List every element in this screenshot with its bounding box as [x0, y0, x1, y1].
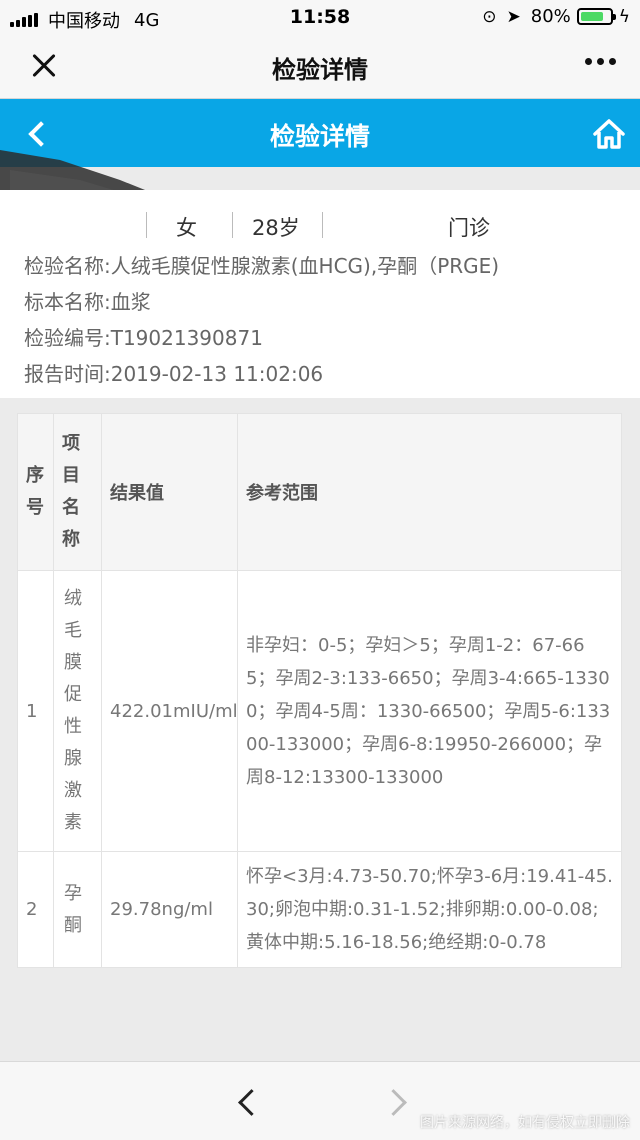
- rotation-lock-icon: ⊙: [482, 6, 497, 27]
- chevron-left-icon[interactable]: [232, 1086, 258, 1118]
- header-item-name: 项目名称: [53, 413, 102, 571]
- patient-summary-row: 女 28岁 门诊: [0, 210, 640, 240]
- status-bar: 中国移动 4G 11:58 ⊙ ➤ 80% ϟ: [0, 0, 640, 34]
- divider: [322, 212, 323, 238]
- status-right: ⊙ ➤ 80% ϟ: [482, 6, 630, 27]
- row-reference-range: 怀孕<3月:4.73-50.70;怀孕3-6月:19.41-45.30;卵泡中期…: [237, 851, 622, 968]
- patient-info-card: 女 28岁 门诊 检验名称:人绒毛膜促性腺激素(血HCG),孕酮（PRGE) 标…: [0, 190, 640, 398]
- patient-gender: 女: [176, 216, 197, 240]
- charging-icon: ϟ: [618, 6, 630, 27]
- results-table: 序号 项目名称 结果值 参考范围 1 绒毛膜促性腺激素 422.01mIU/ml…: [17, 413, 622, 968]
- table-row: 1 绒毛膜促性腺激素 422.01mIU/ml 非孕妇：0-5；孕妇＞5；孕周1…: [17, 570, 622, 852]
- results-table-wrapper: 序号 项目名称 结果值 参考范围 1 绒毛膜促性腺激素 422.01mIU/ml…: [17, 413, 622, 968]
- bottom-nav-bar: 图片来源网络，如有侵权立即删除: [0, 1061, 640, 1140]
- row-seq: 1: [17, 570, 54, 852]
- report-time: 报告时间:2019-02-13 11:02:06: [24, 362, 324, 386]
- table-header-row: 序号 项目名称 结果值 参考范围: [17, 413, 622, 571]
- patient-department: 门诊: [448, 216, 490, 240]
- battery-icon: [576, 8, 616, 25]
- watermark-text: 图片来源网络，如有侵权立即删除: [420, 1115, 630, 1131]
- battery-percent: 80%: [530, 6, 571, 27]
- header-seq: 序号: [17, 413, 54, 571]
- chevron-right-icon[interactable]: [384, 1086, 410, 1118]
- header-reference-range: 参考范围: [237, 413, 622, 571]
- divider: [146, 212, 147, 238]
- test-number: 检验编号:T19021390871: [24, 326, 263, 350]
- test-name: 检验名称:人绒毛膜促性腺激素(血HCG),孕酮（PRGE): [24, 254, 500, 278]
- more-icon[interactable]: [580, 58, 616, 65]
- webview-bar: 检验详情: [0, 34, 640, 99]
- row-result: 29.78ng/ml: [101, 851, 238, 968]
- page-title: 检验详情: [269, 122, 370, 151]
- webview-title: 检验详情: [272, 56, 368, 84]
- row-reference-range: 非孕妇：0-5；孕妇＞5；孕周1-2：67-665；孕周2-3:133-6650…: [237, 570, 622, 852]
- row-result: 422.01mIU/ml: [101, 570, 238, 852]
- table-row: 2 孕酮 29.78ng/ml 怀孕<3月:4.73-50.70;怀孕3-6月:…: [17, 851, 622, 968]
- specimen-name: 标本名称:血浆: [24, 290, 151, 314]
- row-item-name: 孕酮: [53, 851, 102, 968]
- patient-age: 28岁: [252, 216, 300, 240]
- home-icon[interactable]: [592, 117, 626, 151]
- row-seq: 2: [17, 851, 54, 968]
- row-item-name: 绒毛膜促性腺激素: [53, 570, 102, 852]
- divider: [232, 212, 233, 238]
- location-icon: ➤: [506, 6, 521, 27]
- header-result: 结果值: [101, 413, 238, 571]
